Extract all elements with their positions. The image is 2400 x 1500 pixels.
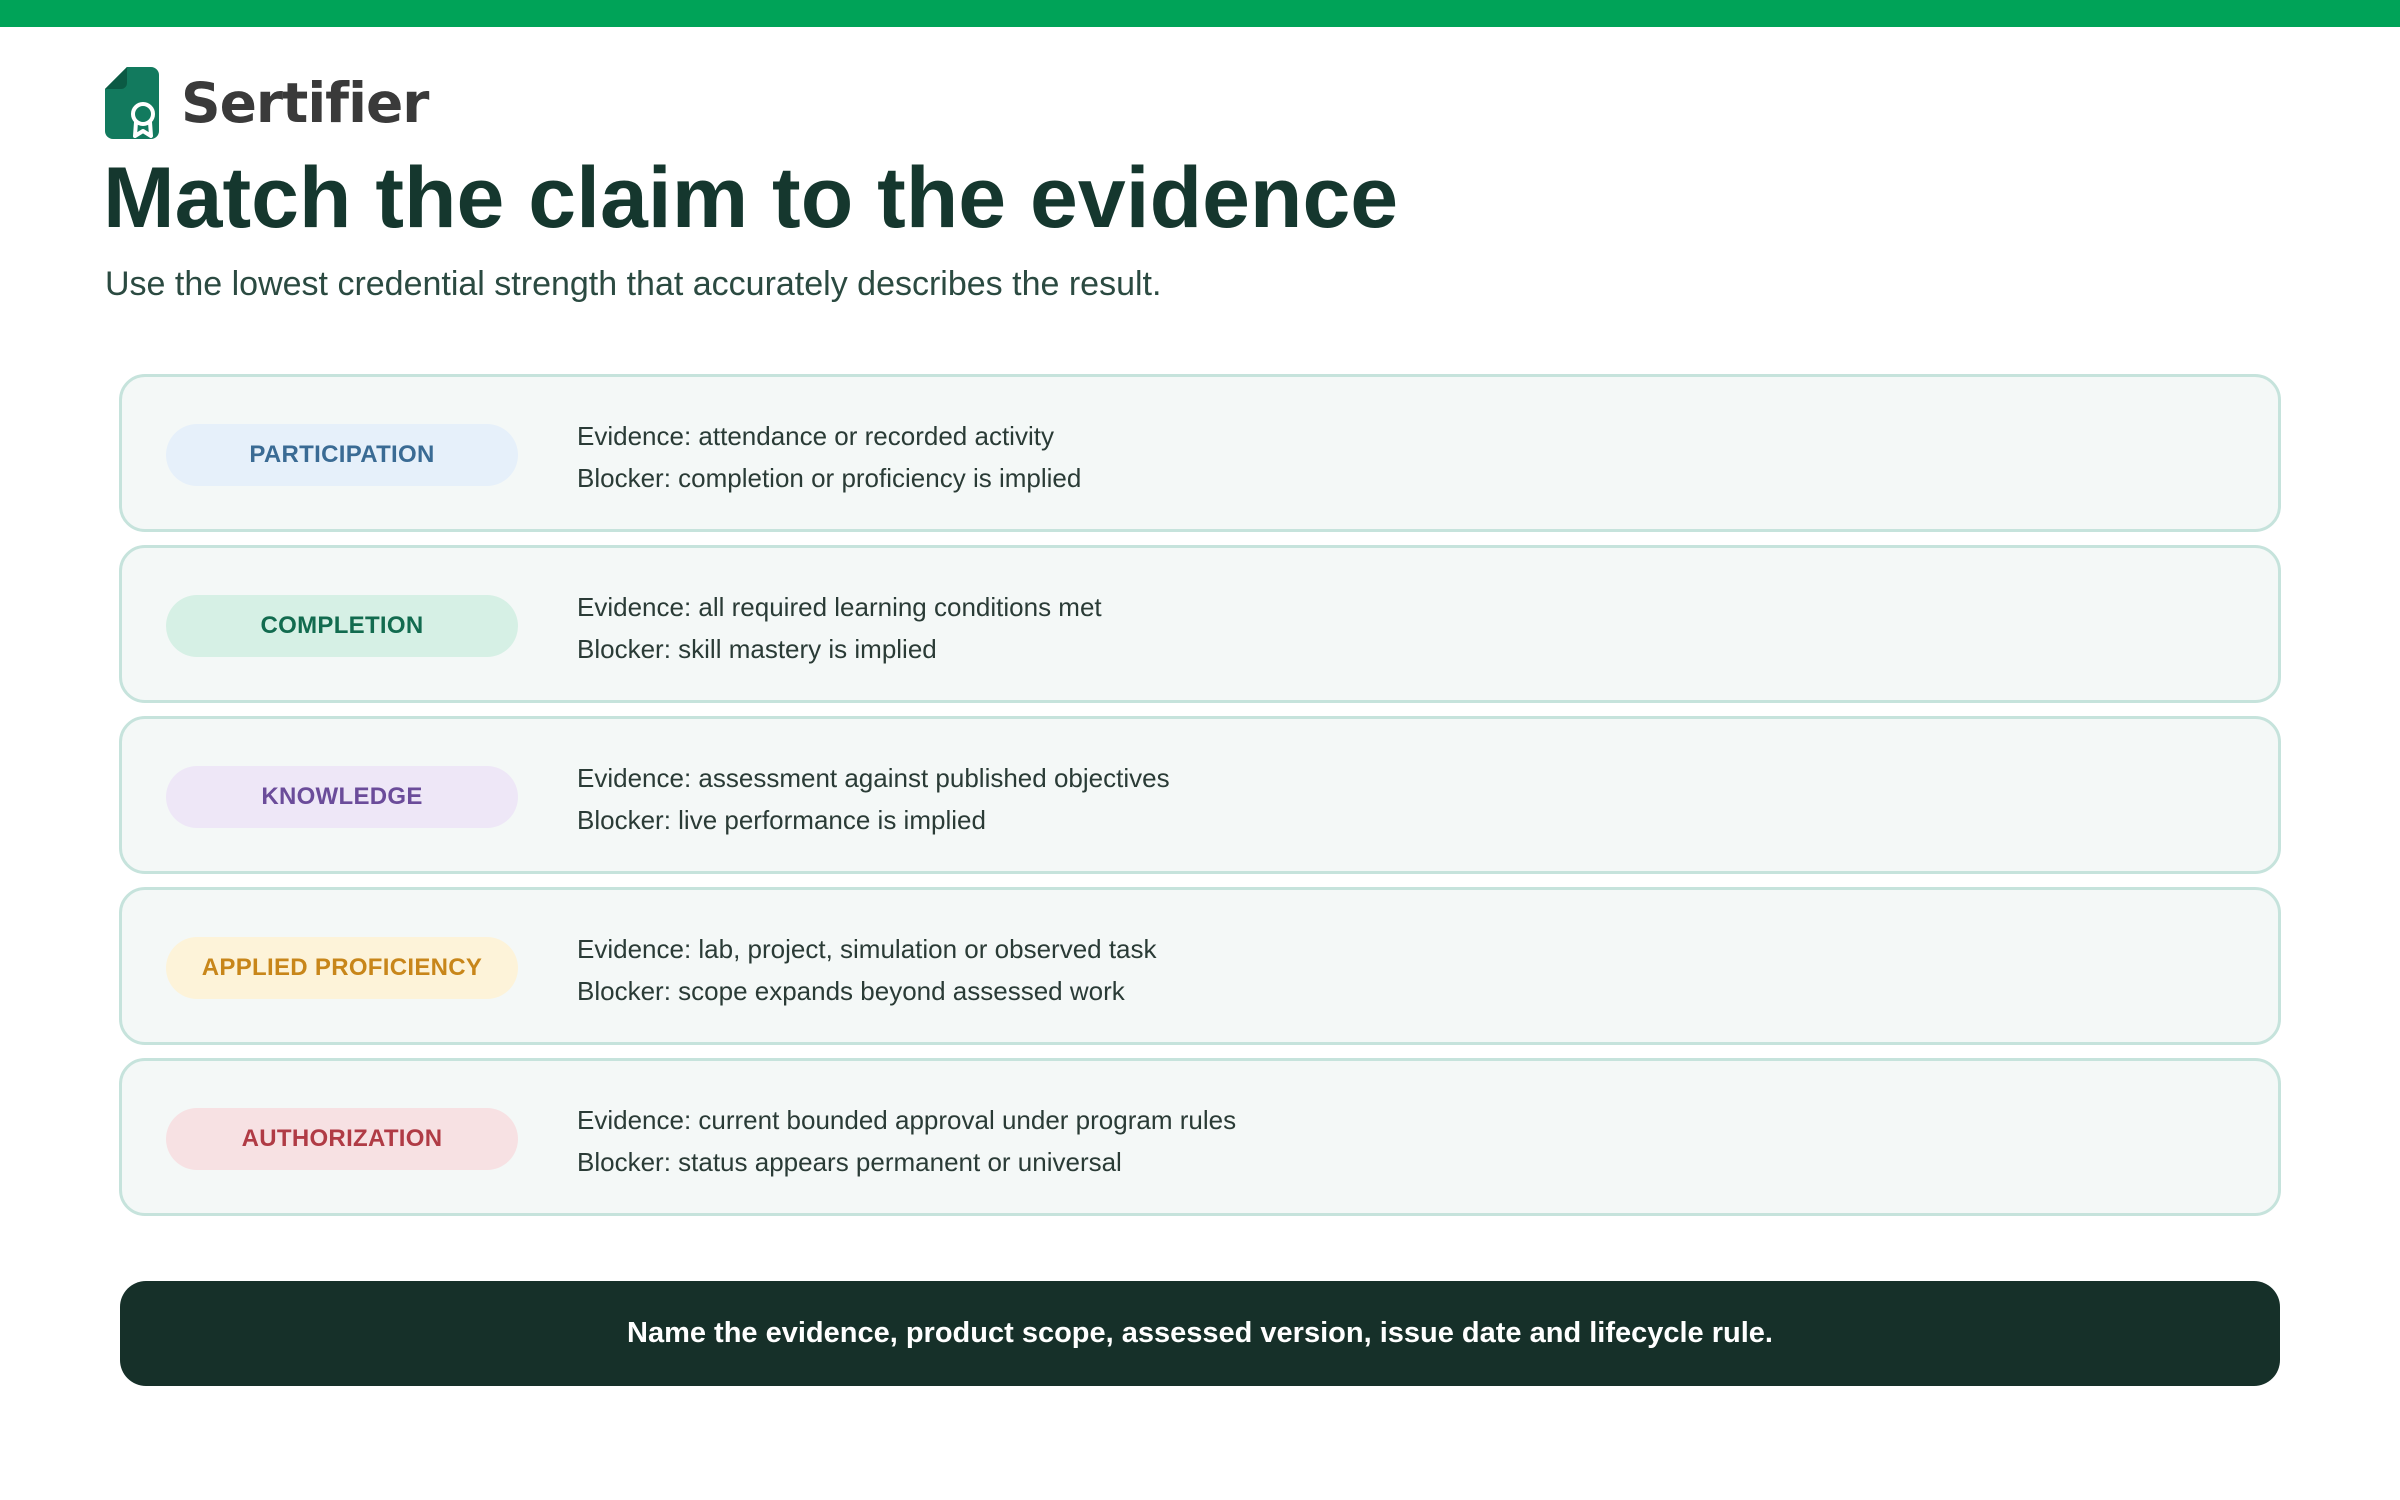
footer-banner: Name the evidence, product scope, assess…: [120, 1281, 2280, 1386]
claim-evidence: Evidence: attendance or recorded activit…: [577, 421, 1054, 451]
claim-blocker: Blocker: live performance is implied: [577, 805, 986, 835]
claim-row-participation: PARTICIPATION Evidence: attendance or re…: [119, 374, 2281, 532]
claim-evidence: Evidence: lab, project, simulation or ob…: [577, 934, 1157, 964]
claim-details: Evidence: attendance or recorded activit…: [577, 415, 1081, 499]
claim-badge-applied-proficiency: APPLIED PROFICIENCY: [166, 937, 518, 999]
claim-details: Evidence: lab, project, simulation or ob…: [577, 928, 1157, 1012]
claim-evidence: Evidence: current bounded approval under…: [577, 1105, 1237, 1135]
claim-badge-authorization: AUTHORIZATION: [166, 1108, 518, 1170]
brand-name: Sertifier: [181, 71, 429, 135]
claim-badge-completion: COMPLETION: [166, 595, 518, 657]
claim-badge-knowledge: KNOWLEDGE: [166, 766, 518, 828]
claim-blocker: Blocker: status appears permanent or uni…: [577, 1147, 1122, 1177]
claim-evidence: Evidence: assessment against published o…: [577, 763, 1170, 793]
claim-row-authorization: AUTHORIZATION Evidence: current bounded …: [119, 1058, 2281, 1216]
claim-row-applied-proficiency: APPLIED PROFICIENCY Evidence: lab, proje…: [119, 887, 2281, 1045]
brand: Sertifier: [105, 67, 429, 139]
claim-details: Evidence: assessment against published o…: [577, 757, 1170, 841]
page-title: Match the claim to the evidence: [103, 150, 1399, 246]
claim-evidence: Evidence: all required learning conditio…: [577, 592, 1102, 622]
claim-row-knowledge: KNOWLEDGE Evidence: assessment against p…: [119, 716, 2281, 874]
claim-row-completion: COMPLETION Evidence: all required learni…: [119, 545, 2281, 703]
claim-details: Evidence: all required learning conditio…: [577, 586, 1102, 670]
claim-badge-participation: PARTICIPATION: [166, 424, 518, 486]
page-subtitle: Use the lowest credential strength that …: [105, 265, 1162, 303]
certificate-ribbon-icon: [105, 67, 159, 139]
claim-blocker: Blocker: completion or proficiency is im…: [577, 463, 1082, 493]
top-accent-bar: [0, 0, 2400, 27]
claim-blocker: Blocker: scope expands beyond assessed w…: [577, 976, 1125, 1006]
claim-blocker: Blocker: skill mastery is implied: [577, 634, 937, 664]
claim-details: Evidence: current bounded approval under…: [577, 1099, 1236, 1183]
claims-list: PARTICIPATION Evidence: attendance or re…: [119, 374, 2281, 1229]
